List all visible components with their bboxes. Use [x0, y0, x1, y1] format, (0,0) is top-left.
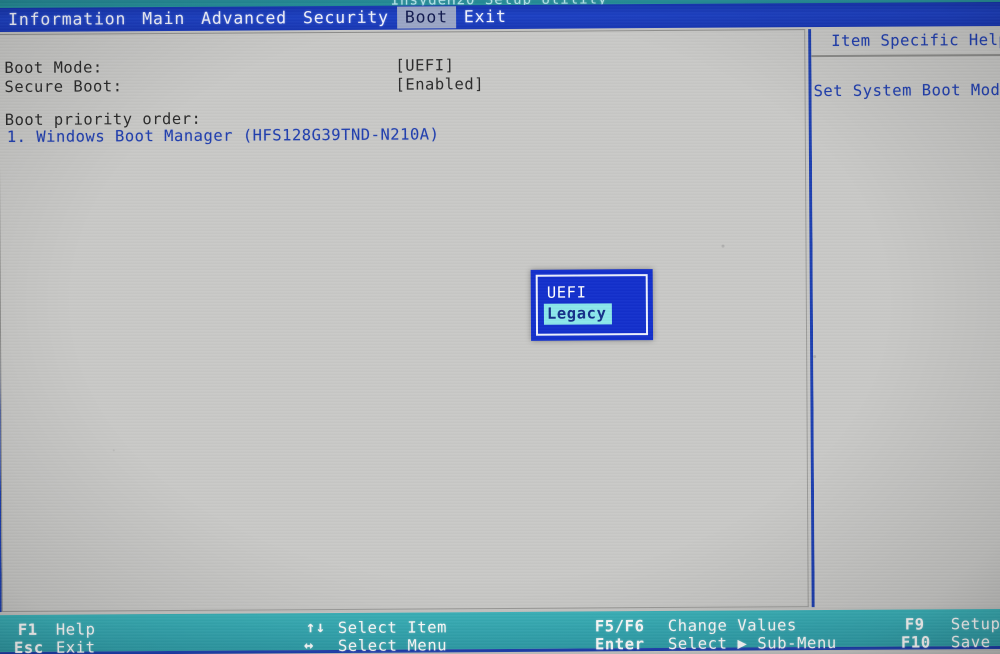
key-f1-action: Help — [55, 620, 96, 639]
key-leftright[interactable]: ↔ — [304, 636, 314, 654]
menu-bar: Information Main Advanced Security Boot … — [0, 1, 1000, 33]
boot-priority-entry-1[interactable]: 1. Windows Boot Manager (HFS128G39TND-N2… — [7, 125, 440, 146]
help-panel-body: Set System Boot Mode — [813, 80, 1000, 101]
dropdown-option-legacy[interactable]: Legacy — [543, 303, 612, 325]
tab-advanced[interactable]: Advanced — [193, 7, 295, 30]
help-panel-title: Item Specific Help — [831, 30, 1000, 50]
key-enter[interactable]: Enter — [595, 635, 645, 653]
setting-label-boot-mode: Boot Mode: — [4, 58, 103, 78]
key-f5-f6-action: Change Values — [667, 616, 798, 635]
key-esc[interactable]: Esc — [14, 639, 44, 654]
key-enter-action: Select ▶ Sub-Menu — [667, 633, 837, 653]
tab-security[interactable]: Security — [295, 7, 397, 30]
bios-setup-screen: InsydeH20 Setup Utility Information Main… — [0, 0, 1000, 654]
key-updown-action: Select Item — [337, 618, 448, 638]
boot-mode-dropdown[interactable]: UEFI Legacy — [530, 269, 654, 341]
tab-main[interactable]: Main — [134, 8, 193, 30]
setting-label-secure-boot: Secure Boot: — [4, 77, 123, 97]
setting-value-secure-boot[interactable]: [Enabled] — [395, 75, 484, 94]
key-updown[interactable]: ↑↓ — [306, 618, 326, 636]
setting-value-boot-mode[interactable]: [UEFI] — [395, 56, 454, 74]
key-f10-action: Save — [950, 633, 991, 652]
help-panel — [811, 27, 1000, 608]
key-f10[interactable]: F10 — [901, 633, 931, 651]
tab-information[interactable]: Information — [0, 8, 134, 31]
key-leftright-action: Select Menu — [337, 636, 448, 654]
key-f5-f6[interactable]: F5/F6 — [595, 617, 645, 635]
tab-boot[interactable]: Boot — [396, 6, 456, 29]
key-f9-action: Setup — [950, 614, 1000, 634]
key-f9[interactable]: F9 — [905, 615, 925, 633]
tab-exit[interactable]: Exit — [456, 6, 515, 28]
dropdown-option-uefi[interactable]: UEFI — [544, 282, 592, 303]
key-esc-action: Exit — [55, 638, 96, 654]
function-key-bar — [0, 608, 1000, 654]
key-f1[interactable]: F1 — [18, 621, 38, 639]
